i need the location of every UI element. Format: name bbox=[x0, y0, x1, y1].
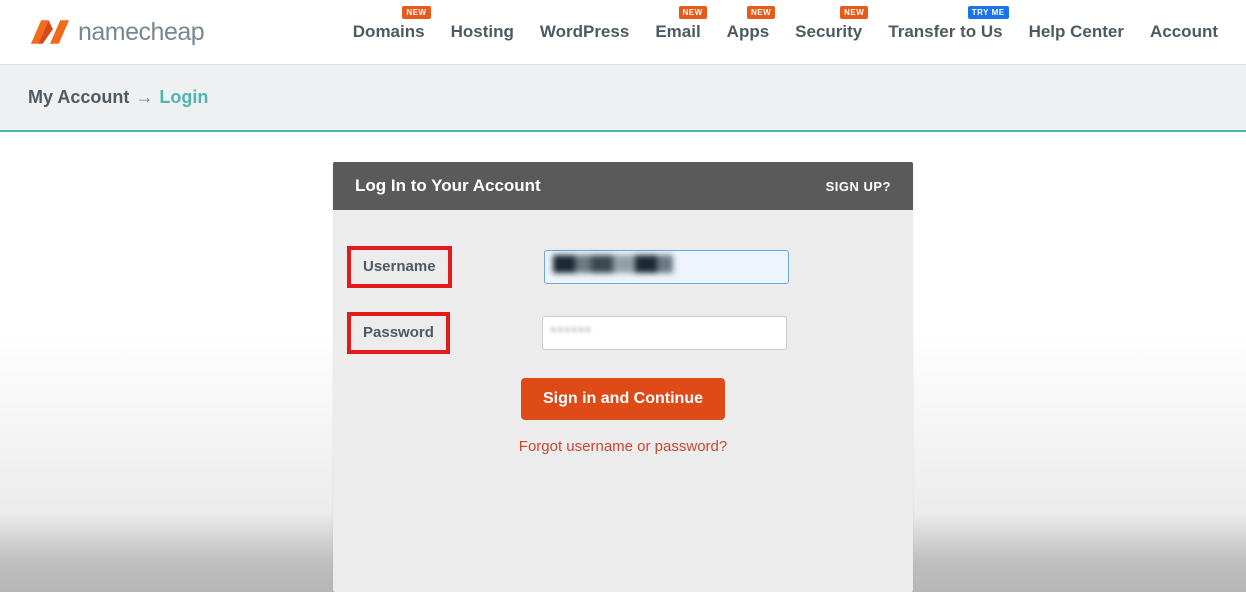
nav-item-wordpress[interactable]: WordPress bbox=[540, 22, 629, 42]
nav-badge: NEW bbox=[747, 6, 775, 19]
nav-badge: NEW bbox=[402, 6, 430, 19]
nav-item-email[interactable]: EmailNEW bbox=[655, 22, 700, 42]
username-value-redacted bbox=[553, 255, 673, 273]
login-title: Log In to Your Account bbox=[355, 176, 541, 196]
username-label: Username bbox=[363, 258, 436, 275]
signup-link[interactable]: SIGN UP? bbox=[826, 179, 891, 194]
password-label-highlight: Password bbox=[347, 312, 450, 354]
password-label: Password bbox=[363, 324, 434, 341]
signin-button[interactable]: Sign in and Continue bbox=[521, 378, 725, 420]
nav-item-transfer-to-us[interactable]: Transfer to UsTRY ME bbox=[888, 22, 1002, 42]
nav-links: DomainsNEW Hosting WordPress EmailNEW AppsNE… bbox=[353, 22, 1218, 42]
login-panel-header: Log In to Your Account SIGN UP? bbox=[333, 162, 913, 210]
nav-item-account[interactable]: Account bbox=[1150, 22, 1218, 42]
password-row: Password •••••• bbox=[353, 312, 893, 354]
login-actions: Sign in and Continue bbox=[353, 378, 893, 420]
namecheap-logo-icon bbox=[28, 14, 72, 50]
login-form: Username Password •••••• bbox=[333, 210, 913, 482]
login-panel: Log In to Your Account SIGN UP? Username… bbox=[333, 162, 913, 592]
nav-item-hosting[interactable]: Hosting bbox=[451, 22, 514, 42]
breadcrumb-root[interactable]: My Account bbox=[28, 87, 129, 108]
breadcrumb-sep: → bbox=[135, 87, 153, 108]
nav-item-security[interactable]: SecurityNEW bbox=[795, 22, 862, 42]
brand-name: namecheap bbox=[78, 18, 204, 47]
username-label-highlight: Username bbox=[347, 246, 452, 288]
breadcrumb: My Account → Login bbox=[0, 65, 1246, 132]
nav-item-domains[interactable]: DomainsNEW bbox=[353, 22, 425, 42]
forgot-row: Forgot username or password? bbox=[353, 438, 893, 456]
top-nav: namecheap DomainsNEW Hosting WordPress Emai… bbox=[0, 0, 1246, 64]
password-input[interactable]: •••••• bbox=[542, 316, 787, 350]
breadcrumb-current: Login bbox=[159, 87, 208, 108]
username-input[interactable] bbox=[544, 250, 789, 284]
nav-badge: NEW bbox=[840, 6, 868, 19]
username-row: Username bbox=[353, 246, 893, 288]
forgot-link[interactable]: Forgot username or password? bbox=[519, 438, 727, 455]
main-area: Log In to Your Account SIGN UP? Username… bbox=[0, 132, 1246, 592]
nav-item-apps[interactable]: AppsNEW bbox=[727, 22, 770, 42]
brand-logo[interactable]: namecheap bbox=[28, 14, 204, 50]
nav-badge: TRY ME bbox=[968, 6, 1009, 19]
nav-badge: NEW bbox=[679, 6, 707, 19]
password-value-masked: •••••• bbox=[551, 321, 592, 337]
nav-item-help-center[interactable]: Help Center bbox=[1029, 22, 1124, 42]
